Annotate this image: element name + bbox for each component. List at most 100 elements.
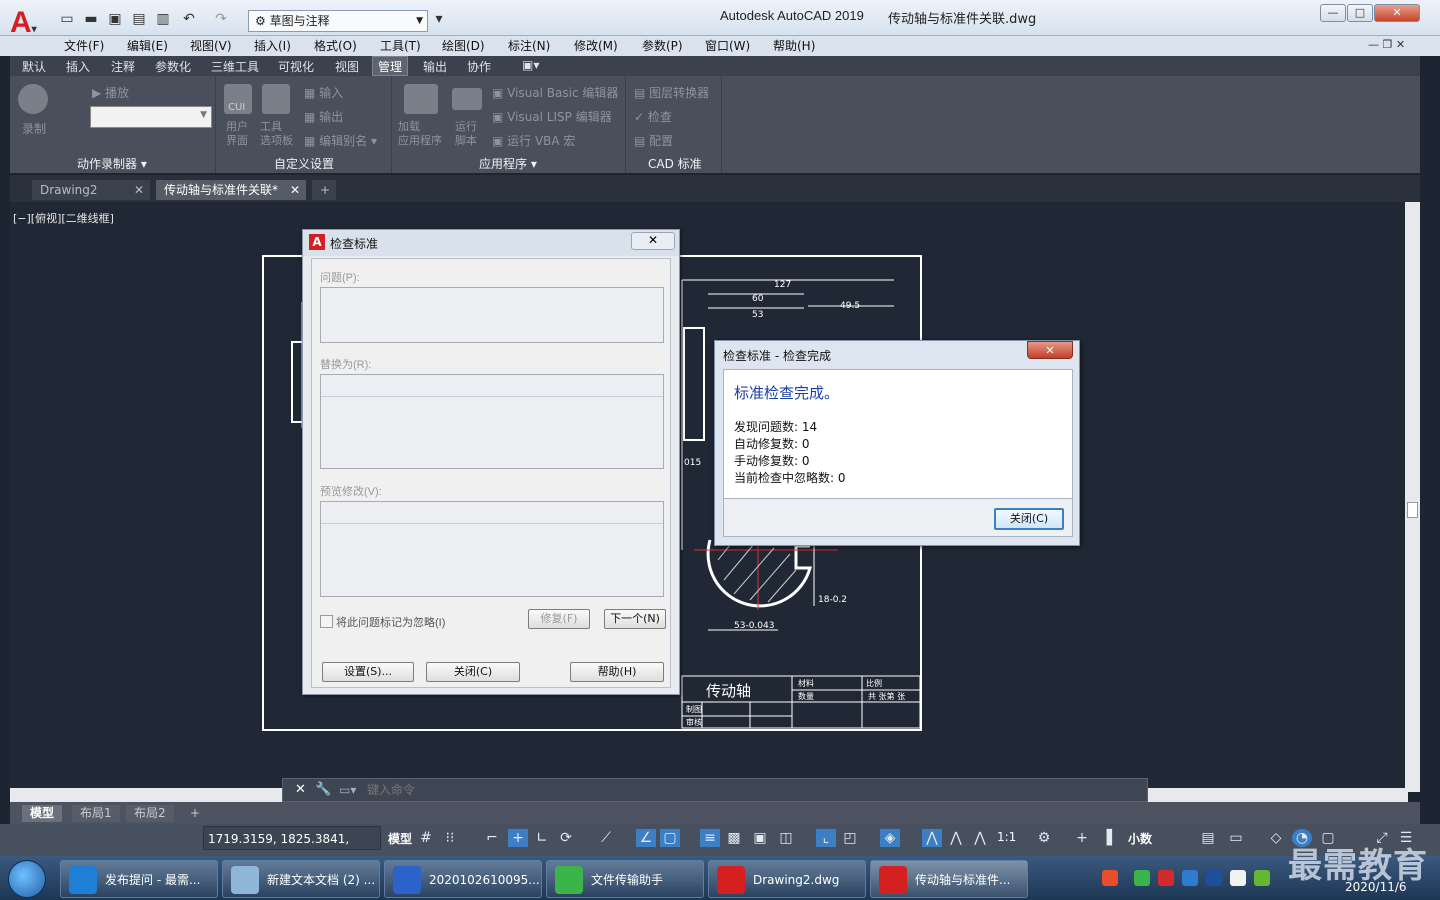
wechat-tray-icon[interactable] — [1134, 870, 1150, 886]
ortho-icon[interactable]: ∟ — [532, 829, 552, 847]
vertical-scrollbar[interactable] — [1405, 202, 1420, 792]
tab-manage[interactable]: 管理 — [372, 56, 409, 76]
grid-icon[interactable]: # — [416, 829, 436, 847]
menu-window[interactable]: 窗口(W) — [705, 37, 750, 54]
fix-button[interactable]: 修复(F) — [528, 609, 590, 629]
taskbar-item-notepad[interactable]: 新建文本文档 (2) ... — [222, 860, 380, 898]
doc-window-controls[interactable]: — ❐ ✕ — [1368, 38, 1405, 51]
problem-list[interactable] — [320, 287, 664, 343]
menu-file[interactable]: 文件(F) — [64, 37, 104, 54]
preview-list[interactable] — [320, 501, 664, 597]
scroll-thumb[interactable] — [1407, 502, 1418, 518]
taskbar-item-active-drawing[interactable]: 传动轴与标准件... — [870, 860, 1028, 898]
save-icon[interactable]: ▣ — [106, 10, 124, 28]
3d-osnap-icon[interactable]: ◫ — [776, 829, 796, 847]
customize-icon[interactable]: 🔧 — [315, 782, 331, 797]
viewport-controls[interactable]: [−][俯视][二维线框] — [13, 210, 114, 226]
play-button[interactable]: ▶ 播放 — [92, 84, 129, 101]
run-script-icon[interactable] — [452, 88, 482, 110]
customize-quick-access-icon[interactable]: ▾ — [430, 10, 448, 28]
selection-cycling-icon[interactable]: ▣ — [750, 829, 770, 847]
tab-model[interactable]: 模型 — [22, 805, 63, 822]
new-tab-button[interactable]: + — [312, 180, 336, 200]
tab-parametric[interactable]: 参数化 — [155, 58, 191, 75]
save-as-icon[interactable]: ▤ — [130, 10, 148, 28]
applications-panel-label[interactable]: 应用程序 ▾ — [479, 155, 537, 172]
dynamic-ucs-icon[interactable]: ⌞ — [816, 829, 836, 847]
lock-ui-icon[interactable]: ▭ — [1226, 829, 1246, 847]
isodraft-icon[interactable]: ⟋ — [596, 829, 616, 847]
menu-format[interactable]: 格式(O) — [314, 37, 357, 54]
tool-palettes-label[interactable]: 工具 选项板 — [260, 120, 293, 148]
file-tab-active[interactable]: 传动轴与标准件关联* ✕ — [156, 180, 306, 200]
snap-icon[interactable]: ⁝⁝ — [440, 829, 460, 847]
taskbar-item-drawing2[interactable]: Drawing2.dwg — [708, 860, 866, 898]
maximize-button[interactable]: □ — [1347, 4, 1373, 22]
undo-icon[interactable]: ↶ — [180, 10, 198, 28]
edit-aliases-button[interactable]: ▦ 编辑别名 ▾ — [304, 132, 377, 149]
quick-properties-icon[interactable]: ▤ — [1198, 829, 1218, 847]
run-vba-button[interactable]: ▣ 运行 VBA 宏 — [492, 132, 575, 149]
minimize-button[interactable]: — — [1320, 4, 1346, 22]
export-button[interactable]: ▦ 输出 — [304, 108, 343, 125]
command-prompt-icon[interactable]: ▭▾ — [339, 783, 356, 797]
close-tab-icon[interactable]: ✕ — [134, 180, 144, 200]
close-button[interactable]: 关闭(C) — [426, 662, 520, 682]
dialog-close-icon[interactable]: ✕ — [1027, 341, 1073, 359]
next-problem-button[interactable]: 下一个(N) — [604, 609, 666, 629]
object-snap-tracking-icon[interactable]: ∠ — [636, 829, 656, 847]
tab-insert[interactable]: 插入 — [66, 58, 90, 75]
menu-insert[interactable]: 插入(I) — [254, 37, 291, 54]
tab-3d-tools[interactable]: 三维工具 — [211, 58, 259, 75]
weibo-icon[interactable] — [1158, 870, 1174, 886]
complete-close-button[interactable]: 关闭(C) — [994, 508, 1064, 530]
macro-dropdown[interactable]: ▼ — [90, 106, 212, 128]
tab-annotate[interactable]: 注释 — [111, 58, 135, 75]
menu-edit[interactable]: 编辑(E) — [127, 37, 168, 54]
file-tab-drawing2[interactable]: Drawing2 ✕ — [32, 180, 150, 200]
nvidia-icon[interactable] — [1254, 870, 1270, 886]
tab-visualize[interactable]: 可视化 — [278, 58, 314, 75]
units-value[interactable]: 小数 — [1128, 830, 1152, 847]
tab-layout2[interactable]: 布局2 — [126, 805, 174, 822]
print-icon[interactable]: ▥ — [154, 10, 172, 28]
close-command-icon[interactable]: ✕ — [295, 782, 306, 797]
annotation-visibility-icon[interactable]: ⋀ — [922, 829, 942, 847]
user-interface-label[interactable]: 用户 界面 — [226, 120, 248, 148]
taskbar-item-doc[interactable]: 2020102610095... — [384, 860, 542, 898]
menu-tools[interactable]: 工具(T) — [380, 37, 421, 54]
record-icon[interactable] — [18, 84, 48, 114]
layer-translator-button[interactable]: ▤ 图层转换器 — [634, 84, 709, 101]
transparency-icon[interactable]: ▩ — [724, 829, 744, 847]
isolate-objects-icon[interactable]: ◇ — [1266, 829, 1286, 847]
annotation-scale-icon[interactable]: ⋀ — [970, 829, 990, 847]
sogou-icon[interactable] — [1102, 870, 1118, 886]
volume-icon[interactable] — [1230, 870, 1246, 886]
taskbar-item-wechat[interactable]: 文件传输助手 — [546, 860, 704, 898]
load-application-icon[interactable] — [404, 84, 438, 114]
tool-palettes-icon[interactable] — [262, 84, 290, 114]
security-icon[interactable] — [1182, 870, 1198, 886]
close-window-button[interactable]: ✕ — [1374, 4, 1420, 22]
dialog-close-icon[interactable]: ✕ — [631, 232, 675, 250]
object-snap-icon[interactable]: ▢ — [660, 829, 680, 847]
run-script-label[interactable]: 运行 脚本 — [455, 120, 477, 148]
auto-scale-icon[interactable]: ⋀ — [946, 829, 966, 847]
settings-button[interactable]: 设置(S)... — [322, 662, 414, 682]
configure-button[interactable]: ▤ 配置 — [634, 132, 673, 149]
command-input[interactable] — [367, 781, 1127, 799]
ignore-checkbox[interactable] — [320, 615, 333, 628]
polar-tracking-icon[interactable]: ⟳ — [556, 829, 576, 847]
load-application-label[interactable]: 加载 应用程序 — [398, 120, 442, 148]
network-icon[interactable] — [1206, 870, 1222, 886]
vb-editor-button[interactable]: ▣ Visual Basic 编辑器 — [492, 84, 618, 101]
menu-draw[interactable]: 绘图(D) — [442, 37, 485, 54]
taskbar-item-ie[interactable]: 发布提问 - 最需... — [60, 860, 218, 898]
menu-parametric[interactable]: 参数(P) — [642, 37, 683, 54]
lisp-editor-button[interactable]: ▣ Visual LISP 编辑器 — [492, 108, 612, 125]
menu-view[interactable]: 视图(V) — [190, 37, 232, 54]
start-button[interactable] — [8, 860, 46, 898]
new-file-icon[interactable]: ▭ — [58, 10, 76, 28]
close-tab-icon[interactable]: ✕ — [290, 180, 300, 200]
annotation-scale-value[interactable]: 1:1 — [997, 830, 1016, 844]
